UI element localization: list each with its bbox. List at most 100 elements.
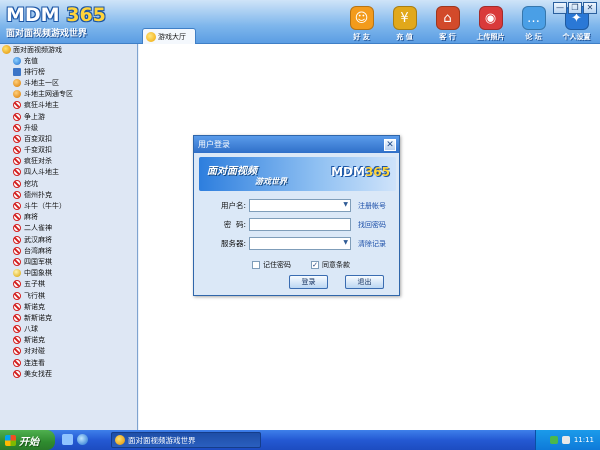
sidebar-item-label: 排行榜 xyxy=(24,67,45,76)
sidebar-item[interactable]: 疯狂斗地主 xyxy=(0,100,137,111)
sidebar-item[interactable]: 麻将 xyxy=(0,212,137,223)
sidebar-item[interactable]: 升级 xyxy=(0,122,137,133)
sidebar-item-label: 四人斗地主 xyxy=(24,168,59,177)
sidebar-item[interactable]: 四人斗地主 xyxy=(0,167,137,178)
blocked-icon xyxy=(13,190,21,199)
server-select[interactable] xyxy=(249,237,351,250)
game-world-icon xyxy=(2,45,11,54)
sidebar-item[interactable]: 充值 xyxy=(0,55,137,66)
sidebar-item[interactable]: 千变双扣 xyxy=(0,145,137,156)
banner-logo-number: 365 xyxy=(364,165,390,179)
sidebar-item-label: 德州扑克 xyxy=(24,190,52,199)
upload-photo-label: 上传照片 xyxy=(476,33,505,41)
start-button[interactable]: 开始 xyxy=(0,430,55,450)
sidebar-item[interactable]: 斗地主一区 xyxy=(0,77,137,88)
sidebar-item-label: 五子棋 xyxy=(24,280,45,289)
clock: 11:11 xyxy=(573,436,594,444)
sidebar-item-label: 二人雀神 xyxy=(24,224,52,233)
sidebar-item[interactable]: 美女找茬 xyxy=(0,368,137,379)
task-label: 面对面视频游戏世界 xyxy=(128,435,196,445)
sidebar-item[interactable]: 百变双扣 xyxy=(0,133,137,144)
blocked-icon xyxy=(13,369,21,378)
sidebar-item-label: 台湾麻将 xyxy=(24,246,52,255)
server-label: 服务器: xyxy=(220,239,246,248)
sidebar-item[interactable]: 二人雀神 xyxy=(0,223,137,234)
password-label: 密 码: xyxy=(223,220,246,229)
blocked-icon xyxy=(13,101,21,110)
tree-root[interactable]: 面对面视频游戏 xyxy=(0,44,137,55)
home-button[interactable]: ⌂ 客 行 xyxy=(426,6,469,42)
dialog-close-button[interactable]: ✕ xyxy=(384,138,396,151)
sidebar-item-label: 挖坑 xyxy=(24,179,38,188)
sidebar-item-label: 对对碰 xyxy=(24,347,45,356)
recharge-label: 充 值 xyxy=(396,33,413,41)
sidebar-item-label: 百变双扣 xyxy=(24,134,52,143)
blocked-icon xyxy=(13,157,21,166)
sidebar-item-label: 疯狂对杀 xyxy=(24,157,52,166)
sidebar-item[interactable]: 挖坑 xyxy=(0,178,137,189)
remember-password-option[interactable]: 记住密码 xyxy=(252,260,291,270)
top-banner: MDM 365 面对面视频游戏世界 游戏大厅 ☺ 好 友 ¥ 充 值 ⌂ 客 行… xyxy=(0,0,600,44)
sidebar-item[interactable]: 新斯诺克 xyxy=(0,312,137,323)
blocked-icon xyxy=(13,179,21,188)
upload-photo-button[interactable]: ◉ 上传照片 xyxy=(469,6,512,42)
register-link[interactable]: 注册帐号 xyxy=(358,201,386,211)
network-icon[interactable] xyxy=(549,436,558,444)
close-button[interactable]: ✕ xyxy=(583,2,597,14)
browser-icon[interactable] xyxy=(77,434,88,445)
quick-launch xyxy=(62,434,88,445)
sidebar-item[interactable]: 对对碰 xyxy=(0,346,137,357)
friends-icon: ☺ xyxy=(349,6,374,30)
blocked-icon xyxy=(13,224,21,233)
sidebar-item-label: 连连看 xyxy=(24,358,45,367)
sidebar-item[interactable]: 斯诺克 xyxy=(0,335,137,346)
house-icon: ⌂ xyxy=(435,6,460,30)
dialog-title: 用户登录 xyxy=(198,140,230,149)
sidebar-item[interactable]: 四国军棋 xyxy=(0,256,137,267)
sidebar-item[interactable]: 德州扑克 xyxy=(0,189,137,200)
remember-password-checkbox[interactable] xyxy=(252,261,260,269)
sidebar-item[interactable]: 排行榜 xyxy=(0,66,137,77)
sidebar-item[interactable]: 中国象棋 xyxy=(0,268,137,279)
sidebar-item[interactable]: 台湾麻将 xyxy=(0,245,137,256)
sidebar-item[interactable]: 连连看 xyxy=(0,357,137,368)
forum-button[interactable]: … 论 坛 xyxy=(512,6,555,42)
agree-terms-label: 同意条款 xyxy=(322,261,350,269)
blocked-icon xyxy=(13,325,21,334)
login-button[interactable]: 登录 xyxy=(289,275,328,289)
sidebar-item-label: 八球 xyxy=(24,325,38,334)
recharge-button[interactable]: ¥ 充 值 xyxy=(383,6,426,42)
desktop-icon[interactable] xyxy=(62,434,73,445)
sidebar-item[interactable]: 疯狂对杀 xyxy=(0,156,137,167)
logo-number: 365 xyxy=(66,4,106,26)
sidebar-item[interactable]: 斗牛（牛牛） xyxy=(0,200,137,211)
recover-password-link[interactable]: 找回密码 xyxy=(358,220,386,230)
taskbar-task-mdm365[interactable]: 面对面视频游戏世界 xyxy=(111,432,261,448)
exit-button[interactable]: 退出 xyxy=(345,275,384,289)
blocked-icon xyxy=(13,246,21,255)
clear-records-link[interactable]: 清除记录 xyxy=(358,239,386,249)
minimize-button[interactable]: — xyxy=(553,2,567,14)
logo-subtitle: 面对面视频游戏世界 xyxy=(6,29,88,39)
sidebar-item[interactable]: 八球 xyxy=(0,324,137,335)
username-field[interactable] xyxy=(249,199,351,212)
sidebar-item-label: 疯狂斗地主 xyxy=(24,101,59,110)
sidebar-item[interactable]: 争上游 xyxy=(0,111,137,122)
sidebar-item[interactable]: 武汉麻将 xyxy=(0,234,137,245)
blocked-icon xyxy=(13,291,21,300)
sidebar-item[interactable]: 飞行棋 xyxy=(0,290,137,301)
sidebar-item[interactable]: 斯诺克 xyxy=(0,301,137,312)
sidebar-item[interactable]: 斗地主网通专区 xyxy=(0,89,137,100)
tab-game-lobby[interactable]: 游戏大厅 xyxy=(142,28,196,44)
agree-terms-checkbox[interactable]: ✓ xyxy=(311,261,319,269)
window-controls: — ❐ ✕ xyxy=(553,2,597,14)
restore-button[interactable]: ❐ xyxy=(568,2,582,14)
banner-logo-text: MDM xyxy=(331,165,365,179)
sidebar-item[interactable]: 五子棋 xyxy=(0,279,137,290)
password-field[interactable] xyxy=(249,218,351,231)
banner-logo: MDM365 xyxy=(331,165,390,179)
agree-terms-option[interactable]: ✓ 同意条款 xyxy=(311,260,350,270)
friends-button[interactable]: ☺ 好 友 xyxy=(340,6,383,42)
blocked-icon xyxy=(13,112,21,121)
volume-icon[interactable] xyxy=(561,436,570,444)
